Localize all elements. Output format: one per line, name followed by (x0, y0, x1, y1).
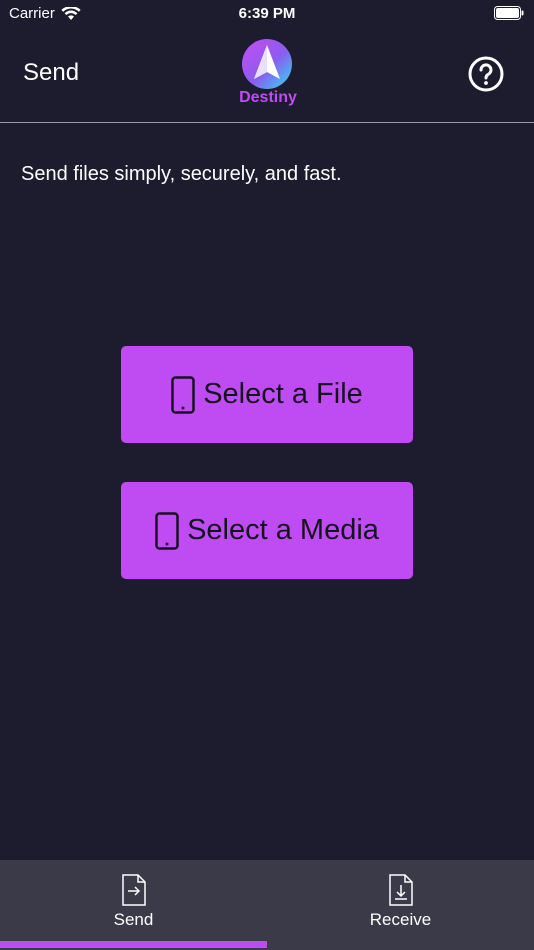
tab-receive[interactable]: Receive (267, 860, 534, 950)
phone-icon (171, 375, 195, 414)
help-button[interactable] (468, 56, 504, 92)
logo-text: Destiny (239, 89, 297, 106)
tab-bar: Send Receive (0, 860, 534, 950)
page-title: Send (23, 59, 80, 86)
select-file-label: Select a File (203, 378, 363, 410)
selected-tab-indicator (0, 941, 267, 948)
select-media-button[interactable]: Select a Media (121, 482, 413, 579)
destiny-logo: Destiny (226, 39, 310, 111)
tab-send-label: Send (113, 910, 154, 929)
select-file-button[interactable]: Select a File (121, 346, 413, 443)
intro-text: Send files simply, securely, and fast. (21, 163, 342, 185)
receive-file-icon (388, 874, 413, 906)
navigation-header: Send Destiny (0, 28, 534, 123)
status-bar: Carrier 6:39 PM (0, 0, 534, 28)
question-circle-icon (468, 56, 504, 92)
select-media-label: Select a Media (187, 514, 379, 546)
battery-icon (494, 6, 524, 24)
logo-icon (242, 39, 292, 89)
status-time: 6:39 PM (238, 5, 296, 22)
tab-receive-label: Receive (369, 910, 432, 929)
send-file-icon (121, 874, 146, 906)
phone-icon (155, 511, 179, 550)
tab-send[interactable]: Send (0, 860, 267, 950)
